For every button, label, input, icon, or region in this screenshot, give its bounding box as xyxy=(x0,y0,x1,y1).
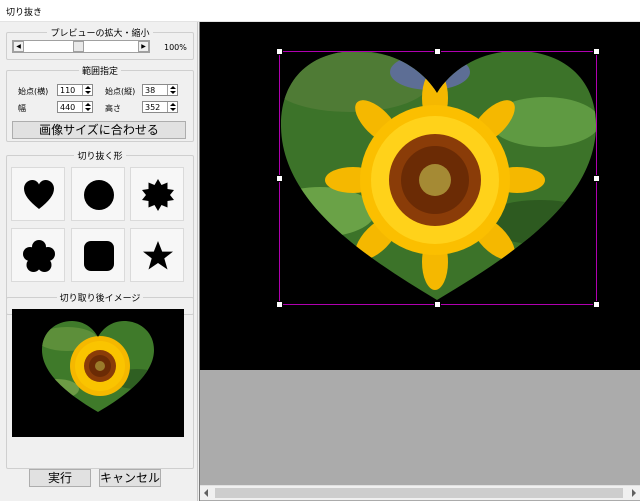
shape-legend: 切り抜く形 xyxy=(77,152,123,162)
zoom-slider-thumb[interactable] xyxy=(73,41,84,52)
start-x-value[interactable]: 110 xyxy=(60,85,75,96)
result-preview-image xyxy=(12,309,184,437)
handle-top-left[interactable] xyxy=(276,48,283,55)
shape-star-button[interactable] xyxy=(130,228,184,282)
shape-flower-button[interactable] xyxy=(11,228,65,282)
scrollbar-thumb[interactable] xyxy=(215,488,623,498)
start-x-label: 始点(横) xyxy=(18,87,49,96)
start-y-spin-arrows[interactable] xyxy=(167,85,177,95)
range-legend: 範囲指定 xyxy=(81,67,118,77)
settings-panel: プレビューの拡大・縮小 ◀ ▶ 100% 範囲指定 始点(横) 110 始点(縦… xyxy=(0,22,198,501)
zoom-slider[interactable]: ◀ ▶ xyxy=(12,40,150,53)
height-spinner[interactable]: 352 xyxy=(142,101,178,113)
zoom-value: 100% xyxy=(164,43,187,52)
zoom-legend: プレビューの拡大・縮小 xyxy=(50,29,150,39)
handle-bottom-left[interactable] xyxy=(276,301,283,308)
height-value[interactable]: 352 xyxy=(145,102,160,113)
scroll-right-arrow-icon[interactable] xyxy=(632,489,636,497)
flower-icon xyxy=(23,240,55,272)
result-legend: 切り取り後イメージ xyxy=(59,294,141,304)
start-x-spinner[interactable]: 110 xyxy=(57,84,93,96)
zoom-increase-button[interactable]: ▶ xyxy=(138,41,149,52)
handle-bottom-center[interactable] xyxy=(434,301,441,308)
shape-burst-button[interactable] xyxy=(130,167,184,221)
width-spin-arrows[interactable] xyxy=(82,102,92,112)
horizontal-scrollbar[interactable] xyxy=(200,485,640,500)
cancel-button[interactable]: キャンセル xyxy=(99,469,161,487)
start-y-label: 始点(縦) xyxy=(105,87,136,96)
handle-middle-right[interactable] xyxy=(593,175,600,182)
crop-canvas[interactable] xyxy=(200,22,640,370)
window-title: 切り抜き xyxy=(6,8,43,18)
run-button[interactable]: 実行 xyxy=(29,469,91,487)
height-label: 高さ xyxy=(105,104,121,113)
height-spin-arrows[interactable] xyxy=(167,102,177,112)
shape-heart-button[interactable] xyxy=(11,167,65,221)
fit-to-image-button[interactable]: 画像サイズに合わせる xyxy=(12,121,186,139)
handle-middle-left[interactable] xyxy=(276,175,283,182)
scroll-left-arrow-icon[interactable] xyxy=(204,489,208,497)
handle-top-right[interactable] xyxy=(593,48,600,55)
result-preview xyxy=(12,309,184,437)
heart-icon xyxy=(24,180,54,209)
start-x-spin-arrows[interactable] xyxy=(82,85,92,95)
title-bar: 切り抜き xyxy=(0,0,640,22)
shape-circle-button[interactable] xyxy=(71,167,125,221)
zoom-decrease-button[interactable]: ◀ xyxy=(13,41,24,52)
handle-bottom-right[interactable] xyxy=(593,301,600,308)
rounded-square-icon xyxy=(84,241,114,271)
width-spinner[interactable]: 440 xyxy=(57,101,93,113)
circle-icon xyxy=(84,180,114,210)
badge-burst-icon xyxy=(142,179,174,211)
shape-rounded-square-button[interactable] xyxy=(71,228,125,282)
crop-preview-area xyxy=(199,22,640,501)
start-y-value[interactable]: 38 xyxy=(145,85,155,96)
start-y-spinner[interactable]: 38 xyxy=(142,84,178,96)
crop-selection-frame[interactable] xyxy=(279,51,597,305)
width-value[interactable]: 440 xyxy=(60,102,75,113)
star-icon xyxy=(143,241,173,270)
handle-top-center[interactable] xyxy=(434,48,441,55)
width-label: 幅 xyxy=(18,104,26,113)
